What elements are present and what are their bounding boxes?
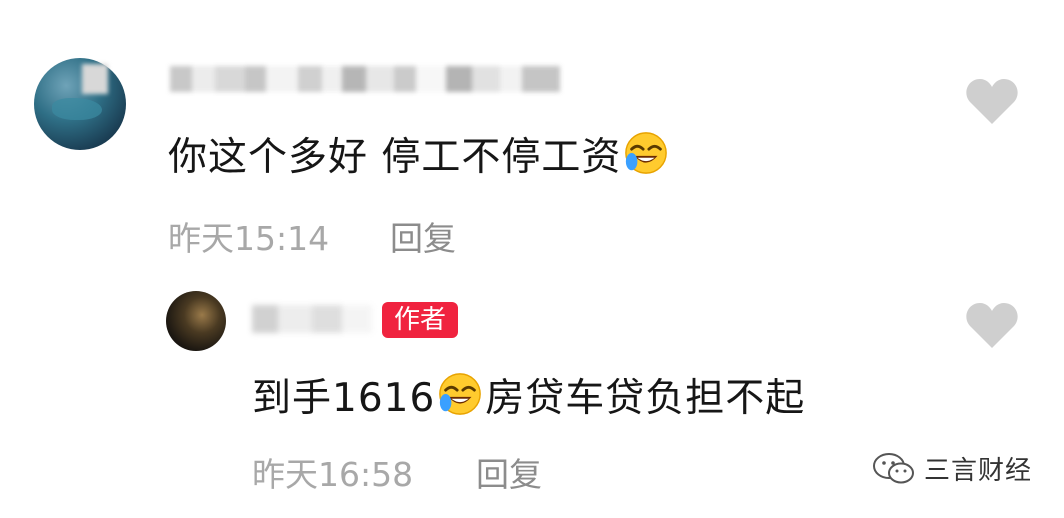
heart-icon[interactable] (964, 76, 1020, 126)
wechat-icon (873, 452, 914, 483)
reply-button[interactable]: 回复 (476, 448, 542, 496)
username-blurred[interactable] (252, 305, 372, 333)
reply-button[interactable]: 回复 (390, 212, 456, 260)
reply-text: 到手1616 房贷车贷负担不起 (252, 367, 805, 423)
comment-thread: 你这个多好 停工不停工资 昨天15:14 回复 作者 到手1616 房贷车贷负担… (0, 0, 1064, 518)
reply-text-prefix: 到手1616 (252, 376, 436, 421)
comment-text: 你这个多好 停工不停工资 (168, 126, 671, 182)
author-badge: 作者 (382, 302, 459, 338)
crying-laughing-emoji-icon (625, 132, 668, 174)
blurred-region (82, 64, 108, 94)
username-blurred[interactable] (170, 66, 560, 92)
watermark-text: 三言财经 (924, 456, 1033, 486)
avatar[interactable] (34, 58, 126, 150)
comment-text-content: 你这个多好 停工不停工资 (168, 135, 622, 180)
heart-icon[interactable] (964, 300, 1020, 350)
crying-laughing-emoji-icon (439, 373, 482, 415)
comment-time: 昨天16:58 (252, 455, 414, 494)
watermark: 三言财经 (872, 450, 1032, 487)
comment-time: 昨天15:14 (168, 219, 330, 258)
avatar[interactable] (166, 291, 226, 351)
reply-text-suffix: 房贷车贷负担不起 (485, 376, 806, 421)
